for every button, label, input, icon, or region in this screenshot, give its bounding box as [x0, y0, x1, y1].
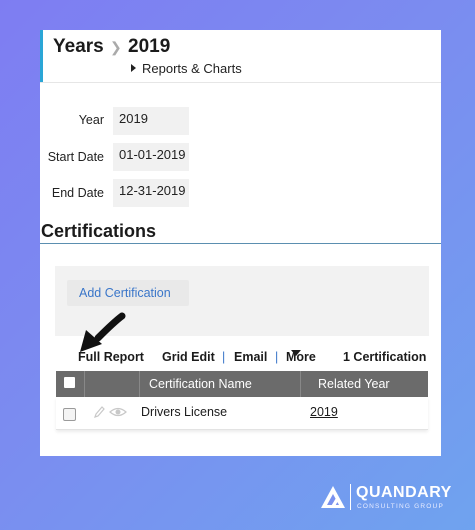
record-count: 1 Certification [343, 350, 427, 364]
annotation-arrow-icon [80, 312, 126, 352]
end-date-value: 12-31-2019 [113, 179, 189, 207]
logo-divider [350, 484, 351, 510]
year-label: Year [78, 113, 104, 127]
select-all-checkbox[interactable] [64, 377, 75, 388]
breadcrumb-separator-icon: ❯ [110, 39, 122, 55]
related-year-link[interactable]: 2019 [310, 405, 338, 419]
logo-mark-icon [321, 486, 345, 508]
grid-edit-link[interactable]: Grid Edit [162, 350, 215, 364]
pencil-icon[interactable] [93, 405, 105, 419]
section-title: Certifications [41, 221, 157, 241]
end-date-label: End Date [51, 186, 104, 200]
email-link[interactable]: Email [234, 350, 267, 364]
breadcrumb-current: 2019 [128, 36, 171, 57]
caret-down-icon [291, 350, 301, 356]
column-header-certification-name[interactable]: Certification Name [149, 371, 252, 397]
toolbar-separator: | [222, 350, 226, 364]
column-divider [139, 371, 140, 397]
logo-tagline: CONSULTING GROUP [357, 503, 444, 510]
reports-charts-label: Reports & Charts [142, 61, 242, 76]
start-date-value: 01-01-2019 [113, 143, 189, 171]
page-header: Years ❯ 2019 Reports & Charts [40, 30, 441, 82]
toolbar-separator: | [275, 350, 279, 364]
column-divider [84, 371, 85, 397]
section-divider [40, 243, 441, 244]
eye-icon[interactable] [109, 405, 127, 419]
year-value: 2019 [113, 107, 189, 135]
record-card: Years ❯ 2019 Reports & Charts Year 2019 … [40, 30, 441, 456]
header-divider [40, 82, 441, 83]
column-divider [300, 371, 301, 397]
reports-charts-link[interactable]: Reports & Charts [131, 61, 242, 76]
certification-name-cell: Drivers License [141, 405, 228, 419]
caret-right-icon [131, 64, 136, 72]
logo-name: QUANDARY [356, 484, 452, 501]
start-date-label: Start Date [47, 150, 104, 164]
add-certification-button[interactable]: Add Certification [67, 280, 189, 306]
row-checkbox[interactable] [63, 408, 76, 421]
table-row: Drivers License 2019 [56, 397, 428, 430]
breadcrumb-years[interactable]: Years [53, 36, 104, 58]
column-header-related-year[interactable]: Related Year [318, 371, 390, 397]
grid-header: Certification Name Related Year [56, 371, 428, 397]
